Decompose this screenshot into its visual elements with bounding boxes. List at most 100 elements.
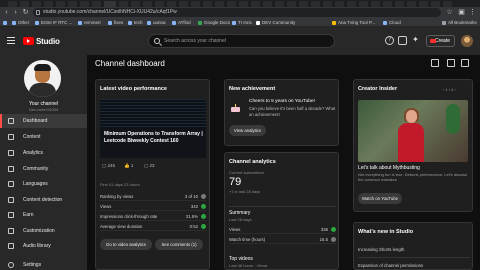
upload-icon[interactable] xyxy=(431,59,439,67)
studio-header: Studio Search across your channel ? ✦ Cr… xyxy=(0,27,480,55)
analytics-icon xyxy=(8,150,14,156)
bookmark-all[interactable]: All Bookmarks xyxy=(442,19,477,26)
card-title: New achievement xyxy=(229,86,276,92)
creator-insider-thumbnail[interactable] xyxy=(358,100,468,162)
video-thumbnail[interactable]: Minimum Operations to Transform Array | … xyxy=(100,99,206,158)
extensions-icon[interactable]: ▣ xyxy=(458,9,465,16)
dislike-stat: ▢ 23 xyxy=(144,163,155,168)
news-item[interactable]: Increasing Shorts length xyxy=(358,247,404,252)
browser-tab-strip xyxy=(0,0,480,7)
view-analytics-button[interactable]: View analytics xyxy=(229,125,266,136)
sidebar-item-label: Audio library xyxy=(23,243,51,249)
help-icon[interactable]: ? xyxy=(385,36,394,45)
sidebar-item-label: Customization xyxy=(23,228,55,234)
star-icon[interactable]: ☆ xyxy=(446,9,453,16)
go-to-video-analytics-button[interactable]: Go to video analytics xyxy=(100,239,152,250)
bookmark-item[interactable]: Entre IF RTC ... xyxy=(35,19,72,26)
metric-label: Average view duration xyxy=(100,224,143,229)
like-count: 1 xyxy=(130,163,134,168)
sidebar-item-label: Languages xyxy=(23,181,48,187)
messages-icon[interactable] xyxy=(398,36,407,45)
insider-description: Not everything fun is true. Debunk perfo… xyxy=(358,172,468,182)
whats-new-card: What's new in Studio Increasing Shorts l… xyxy=(353,222,473,270)
status-icon xyxy=(201,194,206,199)
status-icon xyxy=(331,227,336,232)
subscribers-change: +1 in last 28 days xyxy=(229,189,261,194)
news-item[interactable]: Expansion of channel permissions xyxy=(358,263,423,268)
divider xyxy=(358,257,470,258)
pager: ‹ 1 / 4 › xyxy=(443,87,456,92)
metric-row: Ranking by views 3 of 10 xyxy=(100,193,206,201)
search-icon xyxy=(154,38,160,44)
sidebar: Your channel Dev.coder10004 Dashboard Co… xyxy=(0,55,87,270)
camera-icon xyxy=(430,39,436,43)
bookmark-apps-icon[interactable] xyxy=(3,19,9,26)
bookmark-item[interactable]: Ana Tving Tool P... xyxy=(332,19,375,26)
cake-icon xyxy=(231,104,240,112)
sidebar-item-label: Earn xyxy=(23,212,34,218)
sidebar-item-analytics[interactable]: Analytics xyxy=(0,146,87,160)
studio-logo[interactable]: Studio xyxy=(23,37,60,46)
bookmark-item[interactable]: uunna xyxy=(147,19,166,26)
search-placeholder: Search across your channel xyxy=(164,38,226,44)
create-button[interactable]: Create xyxy=(426,35,455,47)
bookmark-item[interactable]: tech xyxy=(128,19,143,26)
channel-avatar[interactable] xyxy=(24,60,61,97)
account-avatar[interactable] xyxy=(461,35,473,47)
summary-label: Views xyxy=(229,227,241,232)
earn-icon xyxy=(8,212,14,218)
status-icon xyxy=(201,204,206,209)
search-input[interactable]: Search across your channel xyxy=(148,34,335,48)
sidebar-item-community[interactable]: Community xyxy=(0,162,87,176)
address-bar[interactable]: studio.youtube.com/channel/UCsnlhNHCi-XU… xyxy=(33,8,441,17)
bookmark-item[interactable]: ATfind xyxy=(172,19,191,26)
bookmark-item[interactable]: DEV Community xyxy=(256,19,295,26)
watch-on-youtube-button[interactable]: Watch on YouTube xyxy=(358,193,402,204)
period-label: First 41 days 23 hours xyxy=(100,182,140,187)
sidebar-item-label: Content detection xyxy=(23,197,63,203)
pager-text: 1 / 4 xyxy=(445,87,454,92)
status-icon xyxy=(331,237,336,242)
bookmark-item[interactable]: remmerr xyxy=(78,19,101,26)
menu-icon[interactable]: ⋮ xyxy=(469,9,476,16)
sidebar-item-audio-library[interactable]: Audio library xyxy=(0,239,87,253)
metric-value: 3 of 10 xyxy=(184,194,198,199)
status-icon xyxy=(201,224,206,229)
sidebar-item-dashboard[interactable]: Dashboard xyxy=(0,114,87,128)
sidebar-item-settings[interactable]: Settings xyxy=(0,258,87,270)
lock-icon xyxy=(36,10,40,15)
comment-stat: ▢ 245 xyxy=(102,163,116,168)
sidebar-item-label: Analytics xyxy=(23,150,44,156)
create-label: Create xyxy=(434,38,450,44)
insider-headline: Let's talk about Mythbusting xyxy=(358,165,420,171)
bookmark-item[interactable]: Other xyxy=(12,19,29,26)
metric-value: 0:52 xyxy=(189,224,198,229)
sidebar-item-content[interactable]: Content xyxy=(0,130,87,144)
summary-period: Last 28 days xyxy=(229,217,252,222)
back-icon[interactable]: ‹ xyxy=(3,9,10,16)
reload-icon[interactable]: ↻ xyxy=(22,9,29,16)
metric-row: Impressions click-through rate 21.5% xyxy=(100,213,206,221)
youtube-play-icon xyxy=(23,37,34,45)
go-live-icon[interactable] xyxy=(447,59,455,67)
bookmark-item[interactable]: fixes xyxy=(108,19,123,26)
bookmark-item[interactable]: Cloud xyxy=(383,19,401,26)
sidebar-item-customization[interactable]: Customization xyxy=(0,224,87,238)
see-comments-button[interactable]: See comments (1) xyxy=(155,239,203,250)
sparkle-icon[interactable]: ✦ xyxy=(411,36,420,45)
metric-label: Impressions click-through rate xyxy=(100,214,158,219)
sidebar-item-content-detection[interactable]: Content detection xyxy=(0,193,87,207)
menu-hamburger-icon[interactable] xyxy=(7,37,15,44)
dashboard-icon xyxy=(8,118,14,124)
sidebar-item-earn[interactable]: Earn xyxy=(0,208,87,222)
sidebar-item-languages[interactable]: Languages xyxy=(0,177,87,191)
bookmarks-bar: Other Entre IF RTC ... remmerr fixes tec… xyxy=(0,18,480,27)
achievement-body: Can you believe it's been half a decade?… xyxy=(249,106,336,117)
customization-icon xyxy=(8,228,14,234)
edit-icon[interactable] xyxy=(461,59,469,67)
forward-icon[interactable]: › xyxy=(12,9,19,16)
bookmark-item[interactable]: Google Docs xyxy=(198,19,230,26)
metric-value: 342 xyxy=(190,204,198,209)
latest-video-card: Latest video performance Minimum Operati… xyxy=(95,79,210,270)
bookmark-item[interactable]: TI Inns xyxy=(232,19,252,26)
